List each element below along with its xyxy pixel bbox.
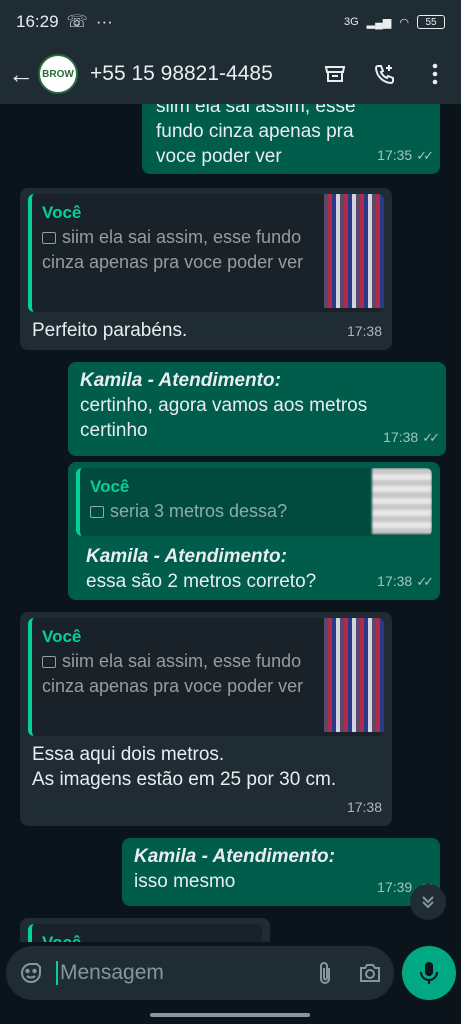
status-time: 16:29: [16, 12, 59, 31]
avatar-text: BROW: [42, 68, 74, 80]
message-time: 17:38: [346, 799, 382, 815]
quoted-message[interactable]: Você: [28, 924, 262, 942]
quote-author: Você: [42, 203, 82, 222]
read-ticks-icon: ✓✓: [422, 430, 440, 445]
quoted-message[interactable]: Você siim ela sai assim, esse fundo cinz…: [28, 618, 384, 736]
message-composer[interactable]: Mensagem: [6, 946, 394, 1000]
read-ticks-icon: ✓✓: [416, 148, 434, 163]
message-time: 17:38 ✓✓: [377, 569, 434, 594]
contact-name[interactable]: +55 15 98821-4485: [90, 62, 273, 86]
signal-icon: ▂▄▆: [366, 16, 392, 29]
sticker-icon[interactable]: [18, 960, 44, 986]
wifi-icon: ◠: [399, 16, 409, 29]
message-bubble-outgoing[interactable]: Kamila - Atendimento: isso mesmo 17:39✓✓: [122, 838, 440, 906]
message-bubble-incoming[interactable]: Você siim ela sai assim, esse fundo cinz…: [20, 188, 392, 350]
add-call-icon[interactable]: [373, 62, 397, 86]
message-text: essa são 2 metros correto?: [86, 571, 317, 592]
chat-area[interactable]: siim ela sai assim, esse fundo cinza ape…: [0, 104, 461, 942]
message-bubble-incoming[interactable]: Você siim ela sai assim, esse fundo cinz…: [20, 612, 392, 826]
back-arrow-icon[interactable]: ←: [8, 59, 36, 90]
message-time: 17:38: [346, 323, 382, 339]
store-icon[interactable]: [323, 62, 347, 86]
quote-author: Você: [32, 924, 262, 942]
message-text: fundo cinza apenas pra: [156, 121, 354, 142]
chat-header: ← BROW +55 15 98821-4485: [0, 44, 461, 104]
image-thumbnail: [324, 194, 384, 308]
scroll-down-button[interactable]: [410, 884, 446, 920]
sender-name: Kamila - Atendimento:: [86, 546, 287, 567]
quoted-message[interactable]: Você seria 3 metros dessa?: [76, 468, 432, 536]
status-bar: 16:29 ☏ ··· 3G ▂▄▆ ◠ 55: [0, 0, 461, 44]
image-icon: [42, 232, 56, 244]
whatsapp-status-icon: ☏: [66, 12, 88, 31]
message-time: 17:35 ✓✓: [377, 143, 434, 168]
quote-text: siim ela sai assim, esse fundo cinza ape…: [42, 227, 304, 272]
camera-icon[interactable]: [358, 962, 382, 984]
message-bubble-outgoing[interactable]: Você seria 3 metros dessa? Kamila - Aten…: [68, 462, 440, 600]
image-icon: [42, 656, 56, 668]
more-notifications-icon: ···: [95, 12, 113, 31]
quote-text: siim ela sai assim, esse fundo cinza ape…: [42, 651, 304, 696]
message-text: As imagens estão em 25 por 30 cm.: [32, 769, 337, 790]
home-indicator: [150, 1013, 310, 1017]
menu-dots-icon[interactable]: [423, 62, 447, 86]
image-thumbnail: [372, 468, 432, 534]
quote-author: Você: [90, 477, 130, 496]
double-chevron-down-icon: [422, 896, 434, 909]
sender-name: Kamila - Atendimento:: [134, 846, 335, 867]
quote-text: seria 3 metros dessa?: [110, 501, 288, 521]
sender-name: Kamila - Atendimento:: [80, 370, 281, 391]
avatar[interactable]: BROW: [38, 54, 78, 94]
message-bubble-outgoing[interactable]: Kamila - Atendimento: certinho, agora va…: [68, 362, 446, 456]
image-thumbnail: [324, 618, 384, 732]
battery-icon: 55: [417, 15, 445, 29]
quote-author: Você: [42, 627, 82, 646]
message-text: Perfeito parabéns.: [32, 320, 188, 341]
mic-icon: [420, 962, 438, 984]
message-bubble-incoming[interactable]: Você: [20, 918, 270, 942]
message-text: certinho, agora vamos aos metros certinh…: [80, 395, 368, 441]
message-text: Essa aqui dois metros.: [32, 744, 225, 765]
message-time: 17:38 ✓✓: [383, 425, 440, 450]
message-bubble-outgoing[interactable]: siim ela sai assim, esse fundo cinza ape…: [142, 104, 440, 174]
message-input[interactable]: Mensagem: [56, 961, 164, 985]
image-icon: [90, 506, 104, 518]
attach-icon[interactable]: [318, 960, 332, 986]
read-ticks-icon: ✓✓: [416, 574, 434, 589]
network-label: 3G: [343, 16, 359, 28]
quoted-message[interactable]: Você siim ela sai assim, esse fundo cinz…: [28, 194, 384, 312]
message-text: siim ela sai assim, esse: [156, 104, 356, 117]
mic-button[interactable]: [402, 946, 456, 1000]
